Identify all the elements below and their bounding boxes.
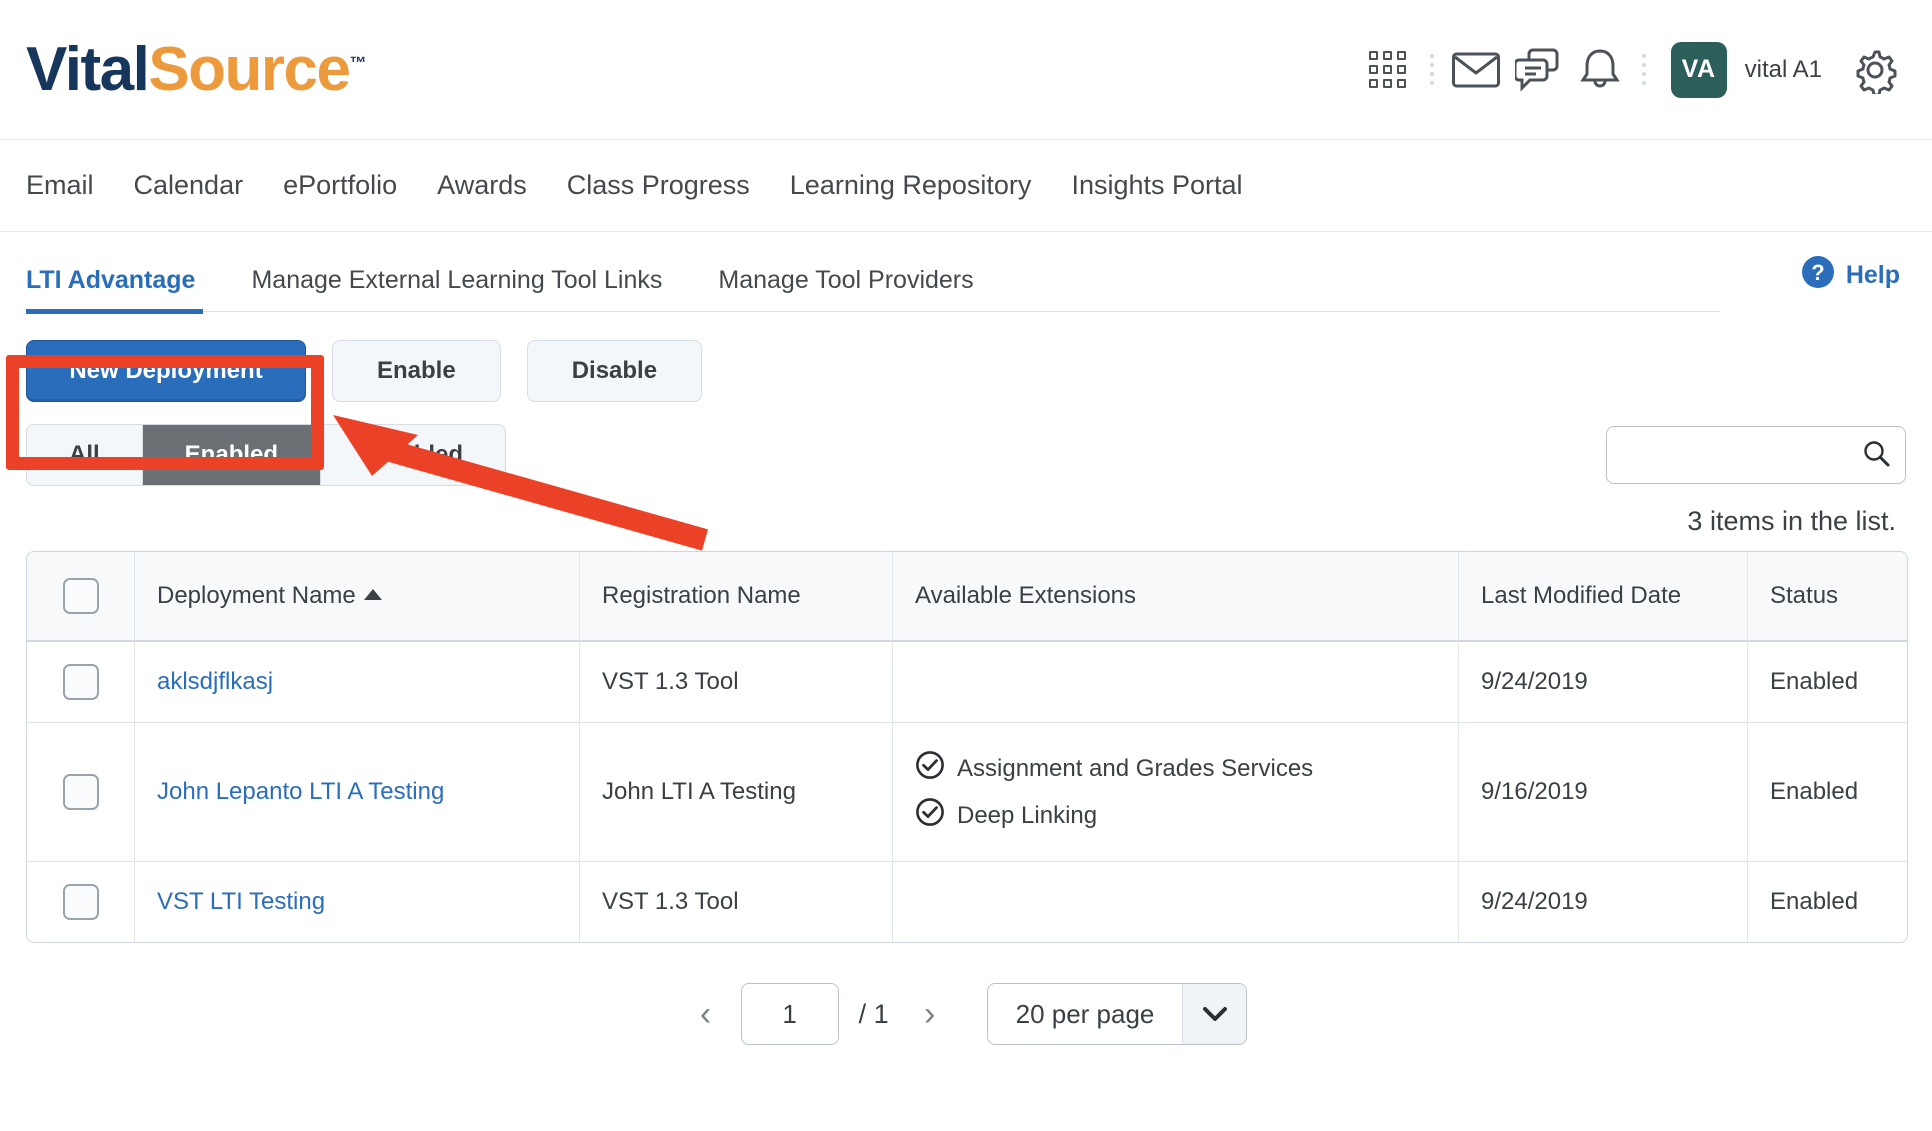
per-page-label: 20 per page bbox=[1015, 998, 1155, 1029]
chevron-left-icon[interactable]: ‹ bbox=[685, 997, 727, 1031]
header-registration-name[interactable]: Registration Name bbox=[580, 552, 893, 642]
nav-item-eportfolio[interactable]: ePortfolio bbox=[283, 170, 397, 201]
filter-and-search-row: All Enabled Disabled bbox=[0, 402, 1932, 486]
row-status-cell: Enabled bbox=[1748, 862, 1907, 942]
email-icon[interactable] bbox=[1445, 39, 1507, 101]
row-extensions-cell: Assignment and Grades Services Deep Link… bbox=[893, 723, 1459, 862]
header-deployment-name-label: Deployment Name bbox=[157, 582, 356, 609]
row-status-cell: Enabled bbox=[1748, 723, 1907, 862]
total-pages-label: / 1 bbox=[858, 998, 889, 1029]
sort-ascending-icon bbox=[363, 589, 382, 600]
nav-item-insights-portal[interactable]: Insights Portal bbox=[1071, 170, 1242, 201]
row-extensions-cell bbox=[893, 642, 1459, 723]
new-deployment-button[interactable]: New Deployment bbox=[26, 340, 306, 402]
disable-button[interactable]: Disable bbox=[526, 340, 703, 402]
header-divider-2 bbox=[1631, 48, 1657, 92]
row-status-cell: Enabled bbox=[1748, 642, 1907, 723]
avatar[interactable]: VA bbox=[1670, 41, 1727, 98]
row-last-modified-cell: 9/16/2019 bbox=[1459, 723, 1748, 862]
vitalsource-logo[interactable]: VitalSource™ bbox=[26, 38, 367, 101]
extension-label: Deep Linking bbox=[957, 801, 1098, 829]
row-checkbox[interactable] bbox=[62, 664, 99, 700]
table-row: VST LTI Testing VST 1.3 Tool 9/24/2019 E… bbox=[27, 862, 1907, 942]
row-registration-name-cell: VST 1.3 Tool bbox=[580, 642, 893, 723]
row-extensions-cell bbox=[893, 862, 1459, 942]
table-row: John Lepanto LTI A Testing John LTI A Te… bbox=[27, 723, 1907, 862]
header-divider-1 bbox=[1419, 48, 1445, 92]
per-page-select[interactable]: 20 per page bbox=[986, 983, 1248, 1045]
header-available-extensions[interactable]: Available Extensions bbox=[893, 552, 1459, 642]
pagination-bar: ‹ / 1 › 20 per page bbox=[0, 983, 1932, 1045]
gear-icon[interactable] bbox=[1844, 39, 1906, 101]
row-select-cell bbox=[27, 862, 135, 942]
deployment-name-link[interactable]: John Lepanto LTI A Testing bbox=[157, 778, 444, 805]
main-navigation: Email Calendar ePortfolio Awards Class P… bbox=[0, 140, 1932, 232]
help-icon: ? bbox=[1801, 255, 1835, 296]
table-row: aklsdjflkasj VST 1.3 Tool 9/24/2019 Enab… bbox=[27, 642, 1907, 723]
help-link[interactable]: ? Help bbox=[1801, 255, 1900, 296]
top-header-bar: VitalSource™ VA vital A1 bbox=[0, 0, 1932, 140]
logo-text-vital: Vital bbox=[26, 34, 150, 104]
deployment-name-link[interactable]: aklsdjflkasj bbox=[157, 668, 273, 695]
nav-item-email[interactable]: Email bbox=[26, 170, 94, 201]
items-count-label: 3 items in the list. bbox=[1687, 506, 1896, 536]
deployments-table: Deployment Name Registration Name Availa… bbox=[26, 551, 1908, 943]
row-registration-name-cell: VST 1.3 Tool bbox=[580, 862, 893, 942]
nav-item-learning-repository[interactable]: Learning Repository bbox=[790, 170, 1032, 201]
row-select-cell bbox=[27, 723, 135, 862]
row-checkbox[interactable] bbox=[62, 774, 99, 810]
logo-trademark: ™ bbox=[349, 52, 367, 72]
help-label: Help bbox=[1845, 261, 1900, 289]
chat-icon[interactable] bbox=[1507, 39, 1569, 101]
bell-icon[interactable] bbox=[1569, 39, 1631, 101]
table-header-row: Deployment Name Registration Name Availa… bbox=[27, 552, 1907, 642]
apps-grid-icon[interactable] bbox=[1357, 39, 1419, 101]
row-registration-name-cell: John LTI A Testing bbox=[580, 723, 893, 862]
nav-item-calendar[interactable]: Calendar bbox=[134, 170, 244, 201]
chevron-down-icon[interactable] bbox=[1182, 984, 1247, 1044]
chevron-right-icon[interactable]: › bbox=[909, 997, 951, 1031]
nav-item-class-progress[interactable]: Class Progress bbox=[567, 170, 750, 201]
select-all-checkbox[interactable] bbox=[62, 578, 99, 614]
header-last-modified-date[interactable]: Last Modified Date bbox=[1459, 552, 1748, 642]
extension-label: Assignment and Grades Services bbox=[957, 754, 1314, 782]
search-icon[interactable] bbox=[1861, 438, 1891, 473]
tab-bar: LTI Advantage Manage External Learning T… bbox=[0, 232, 1932, 314]
toolbar-actions: New Deployment Enable Disable bbox=[0, 312, 1932, 402]
search-box[interactable] bbox=[1606, 426, 1906, 484]
svg-text:?: ? bbox=[1811, 260, 1824, 285]
username-label: vital A1 bbox=[1744, 55, 1822, 83]
header-deployment-name[interactable]: Deployment Name bbox=[135, 552, 580, 642]
deployment-name-link[interactable]: VST LTI Testing bbox=[157, 888, 325, 915]
row-checkbox[interactable] bbox=[62, 884, 99, 920]
page-number-input[interactable] bbox=[740, 983, 839, 1045]
row-select-cell bbox=[27, 642, 135, 723]
header-status[interactable]: Status bbox=[1748, 552, 1907, 642]
search-input[interactable] bbox=[1621, 440, 1861, 470]
status-filter-group: All Enabled Disabled bbox=[26, 424, 507, 486]
row-deployment-name-cell: John Lepanto LTI A Testing bbox=[135, 723, 580, 862]
check-circle-icon bbox=[915, 797, 945, 834]
deployments-table-container: Deployment Name Registration Name Availa… bbox=[0, 537, 1932, 943]
filter-all[interactable]: All bbox=[27, 425, 143, 485]
check-circle-icon bbox=[915, 750, 945, 787]
tab-manage-tool-providers[interactable]: Manage Tool Providers bbox=[690, 266, 1001, 311]
row-deployment-name-cell: VST LTI Testing bbox=[135, 862, 580, 942]
filter-enabled[interactable]: Enabled bbox=[142, 425, 322, 485]
tab-lti-advantage[interactable]: LTI Advantage bbox=[26, 266, 223, 314]
row-last-modified-cell: 9/24/2019 bbox=[1459, 862, 1748, 942]
filter-disabled[interactable]: Disabled bbox=[321, 425, 506, 485]
tab-manage-external-learning-tool-links[interactable]: Manage External Learning Tool Links bbox=[223, 266, 690, 311]
row-last-modified-cell: 9/24/2019 bbox=[1459, 642, 1748, 723]
nav-item-awards[interactable]: Awards bbox=[437, 170, 527, 201]
header-select-all bbox=[27, 552, 135, 642]
row-deployment-name-cell: aklsdjflkasj bbox=[135, 642, 580, 723]
header-actions: VA vital A1 bbox=[1357, 39, 1906, 101]
extension-item: Assignment and Grades Services bbox=[915, 745, 1436, 792]
logo-text-source: Source bbox=[148, 34, 351, 104]
enable-button[interactable]: Enable bbox=[332, 340, 501, 402]
extension-item: Deep Linking bbox=[915, 792, 1436, 839]
